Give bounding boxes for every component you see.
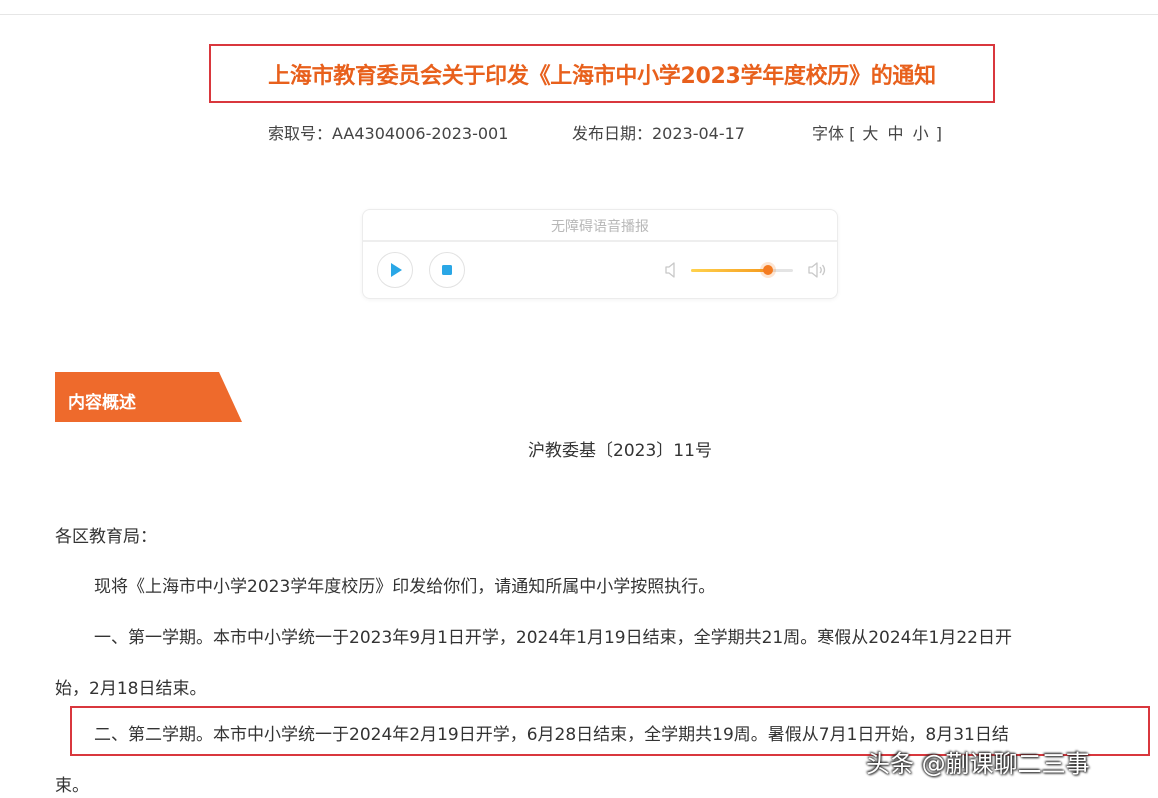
stop-button[interactable]: [429, 252, 465, 288]
play-button[interactable]: [377, 252, 413, 288]
top-divider: [0, 14, 1158, 15]
volume-slider[interactable]: [691, 265, 793, 275]
section-tab-label: 内容概述: [68, 393, 136, 413]
font-size-large-button[interactable]: 大: [860, 124, 880, 143]
index-number: 索取号：AA4304006-2023-001: [268, 124, 509, 143]
title-highlight-box: 上海市教育委员会关于印发《上海市中小学2023学年度校历》的通知: [209, 44, 995, 103]
player-progress-bar[interactable]: [363, 240, 837, 242]
font-size-suffix: ]: [930, 124, 942, 143]
audio-player: 无障碍语音播报: [362, 209, 838, 299]
addressee: 各区教育局：: [55, 527, 157, 547]
first-semester-line-1: 一、第一学期。本市中小学统一于2023年9月1日开学，2024年1月19日结束，…: [94, 628, 1012, 648]
volume-low-icon[interactable]: [663, 260, 679, 280]
publish-date: 发布日期：2023-04-17: [572, 124, 745, 143]
document-number: 沪教委基〔2023〕11号: [528, 441, 712, 461]
first-semester-line-2: 始，2月18日结束。: [55, 679, 207, 699]
intro-paragraph: 现将《上海市中小学2023学年度校历》印发给你们，请通知所属中小学按照执行。: [94, 577, 716, 597]
font-size-switcher: 字体 [ 大 中 小 ]: [812, 120, 942, 144]
font-size-small-button[interactable]: 小: [911, 124, 931, 143]
font-size-prefix: 字体 [: [812, 124, 861, 143]
watermark: 头条 @蒯课聊二三事: [866, 750, 1090, 778]
page-title: 上海市教育委员会关于印发《上海市中小学2023学年度校历》的通知: [268, 63, 936, 89]
player-title: 无障碍语音播报: [551, 219, 649, 235]
volume-slider-fill: [691, 269, 768, 272]
volume-slider-handle[interactable]: [762, 265, 773, 275]
font-size-medium-button[interactable]: 中: [886, 124, 906, 143]
stop-icon: [442, 265, 452, 275]
play-icon: [391, 263, 402, 277]
second-semester-line-2: 束。: [55, 776, 89, 796]
volume-high-icon[interactable]: [806, 260, 828, 280]
